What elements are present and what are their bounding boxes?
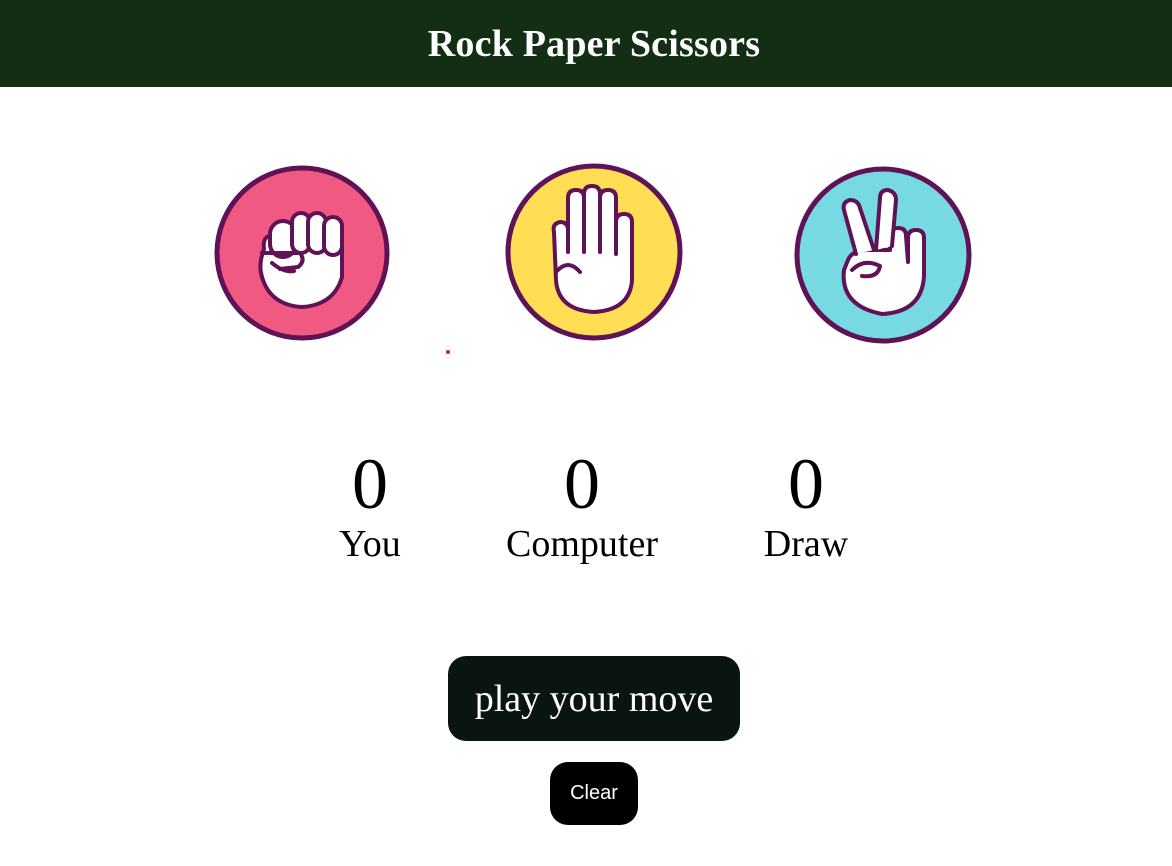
score-computer: 0 Computer — [482, 440, 682, 566]
score-computer-value: 0 — [564, 444, 600, 524]
app-header: Rock Paper Scissors — [0, 0, 1172, 87]
score-draw-label: Draw — [763, 523, 849, 565]
scissors-choice-button[interactable] — [794, 166, 972, 344]
score-you-value: 0 — [352, 444, 388, 524]
score-draw-value: 0 — [788, 444, 824, 524]
paper-hand-icon — [505, 163, 683, 341]
rock-fist-icon — [214, 165, 390, 341]
clear-button[interactable]: Clear — [550, 762, 638, 825]
score-computer-label: Computer — [506, 523, 658, 565]
indicator-dot — [446, 350, 450, 354]
scissors-hand-icon — [794, 166, 972, 344]
page-title: Rock Paper Scissors — [427, 22, 761, 65]
paper-choice-button[interactable] — [504, 162, 684, 342]
score-you: 0 You — [320, 440, 420, 566]
play-move-button[interactable]: play your move — [448, 656, 740, 741]
score-draw: 0 Draw — [746, 440, 866, 566]
score-you-label: You — [339, 523, 401, 565]
rock-choice-button[interactable] — [214, 165, 390, 341]
